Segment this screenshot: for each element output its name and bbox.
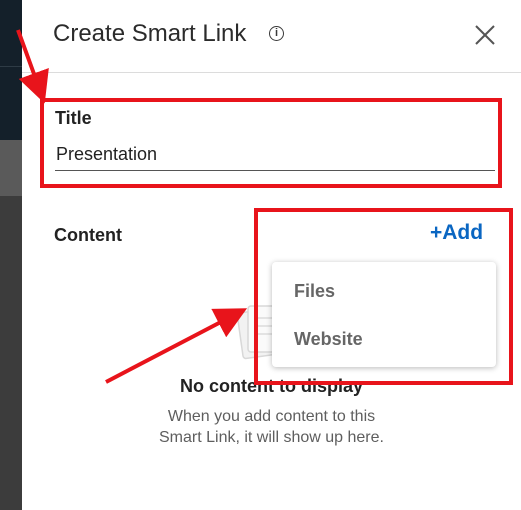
annotation-arrow (16, 29, 49, 104)
annotation-arrows (16, 29, 248, 384)
annotation-arrow (105, 308, 248, 384)
